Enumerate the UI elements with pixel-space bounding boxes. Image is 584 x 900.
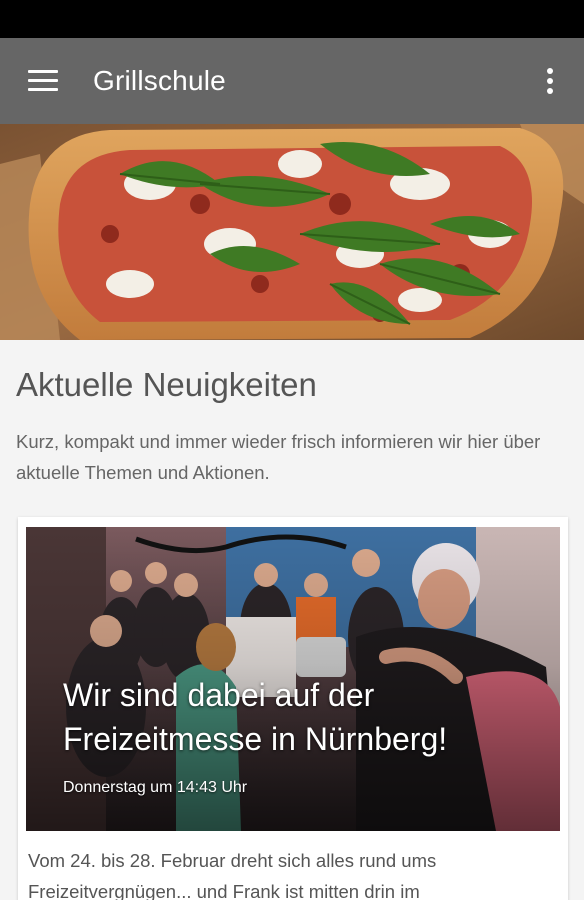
status-bar xyxy=(0,0,584,38)
app-title: Grillschule xyxy=(93,65,226,96)
news-card-image: Wir sind dabei auf der Freizeitmesse in … xyxy=(26,527,560,831)
section-intro: Kurz, kompakt und immer wieder frisch in… xyxy=(16,431,541,483)
news-card-title: Wir sind dabei auf der Freizeitmesse in … xyxy=(63,677,448,757)
more-vertical-icon[interactable] xyxy=(536,64,564,98)
hamburger-menu-icon[interactable] xyxy=(22,63,62,99)
news-card-date: Donnerstag um 14:43 Uhr xyxy=(63,779,248,796)
app-bar: Grillschule xyxy=(0,38,584,124)
news-card[interactable]: Wir sind dabei auf der Freizeitmesse in … xyxy=(18,517,568,900)
news-card-excerpt: Vom 24. bis 28. Februar dreht sich alles… xyxy=(28,850,437,900)
section-heading: Aktuelle Neuigkeiten xyxy=(16,366,317,403)
hero-image xyxy=(0,124,584,340)
